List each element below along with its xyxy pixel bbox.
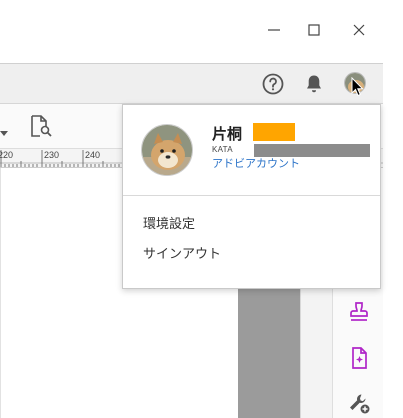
add-tools-icon[interactable] [347, 391, 371, 415]
close-icon[interactable] [349, 20, 369, 40]
ruler-label-240: 240 [85, 150, 100, 160]
menu-item-sign-out[interactable]: サインアウト [143, 243, 221, 262]
account-name: 片桐 [212, 125, 243, 143]
menu-item-preferences[interactable]: 環境設定 [143, 213, 195, 232]
bell-icon[interactable] [302, 72, 326, 96]
mouse-cursor [351, 76, 365, 97]
ruler-label-230: 230 [44, 150, 59, 160]
app-bar [0, 64, 383, 104]
help-icon[interactable] [261, 72, 285, 96]
maximize-icon[interactable] [304, 20, 324, 40]
minimize-icon[interactable] [264, 20, 284, 40]
adobe-account-link[interactable]: アドビアカウント [212, 155, 300, 171]
app-window: 220 230 240 [0, 0, 383, 418]
ruler-label-220: 220 [0, 150, 13, 160]
page-search-icon[interactable] [29, 114, 53, 142]
title-bar [0, 0, 383, 64]
divider [123, 195, 380, 196]
name-redaction [253, 123, 295, 141]
account-email: KATA [212, 145, 233, 154]
account-popup: 片桐 KATA アドビアカウント 環境設定 サインアウト [122, 104, 381, 289]
profile-avatar [141, 124, 193, 176]
stamp-icon[interactable] [347, 300, 371, 324]
create-pdf-icon[interactable] [347, 346, 371, 370]
dropdown-caret-icon[interactable] [0, 122, 8, 141]
